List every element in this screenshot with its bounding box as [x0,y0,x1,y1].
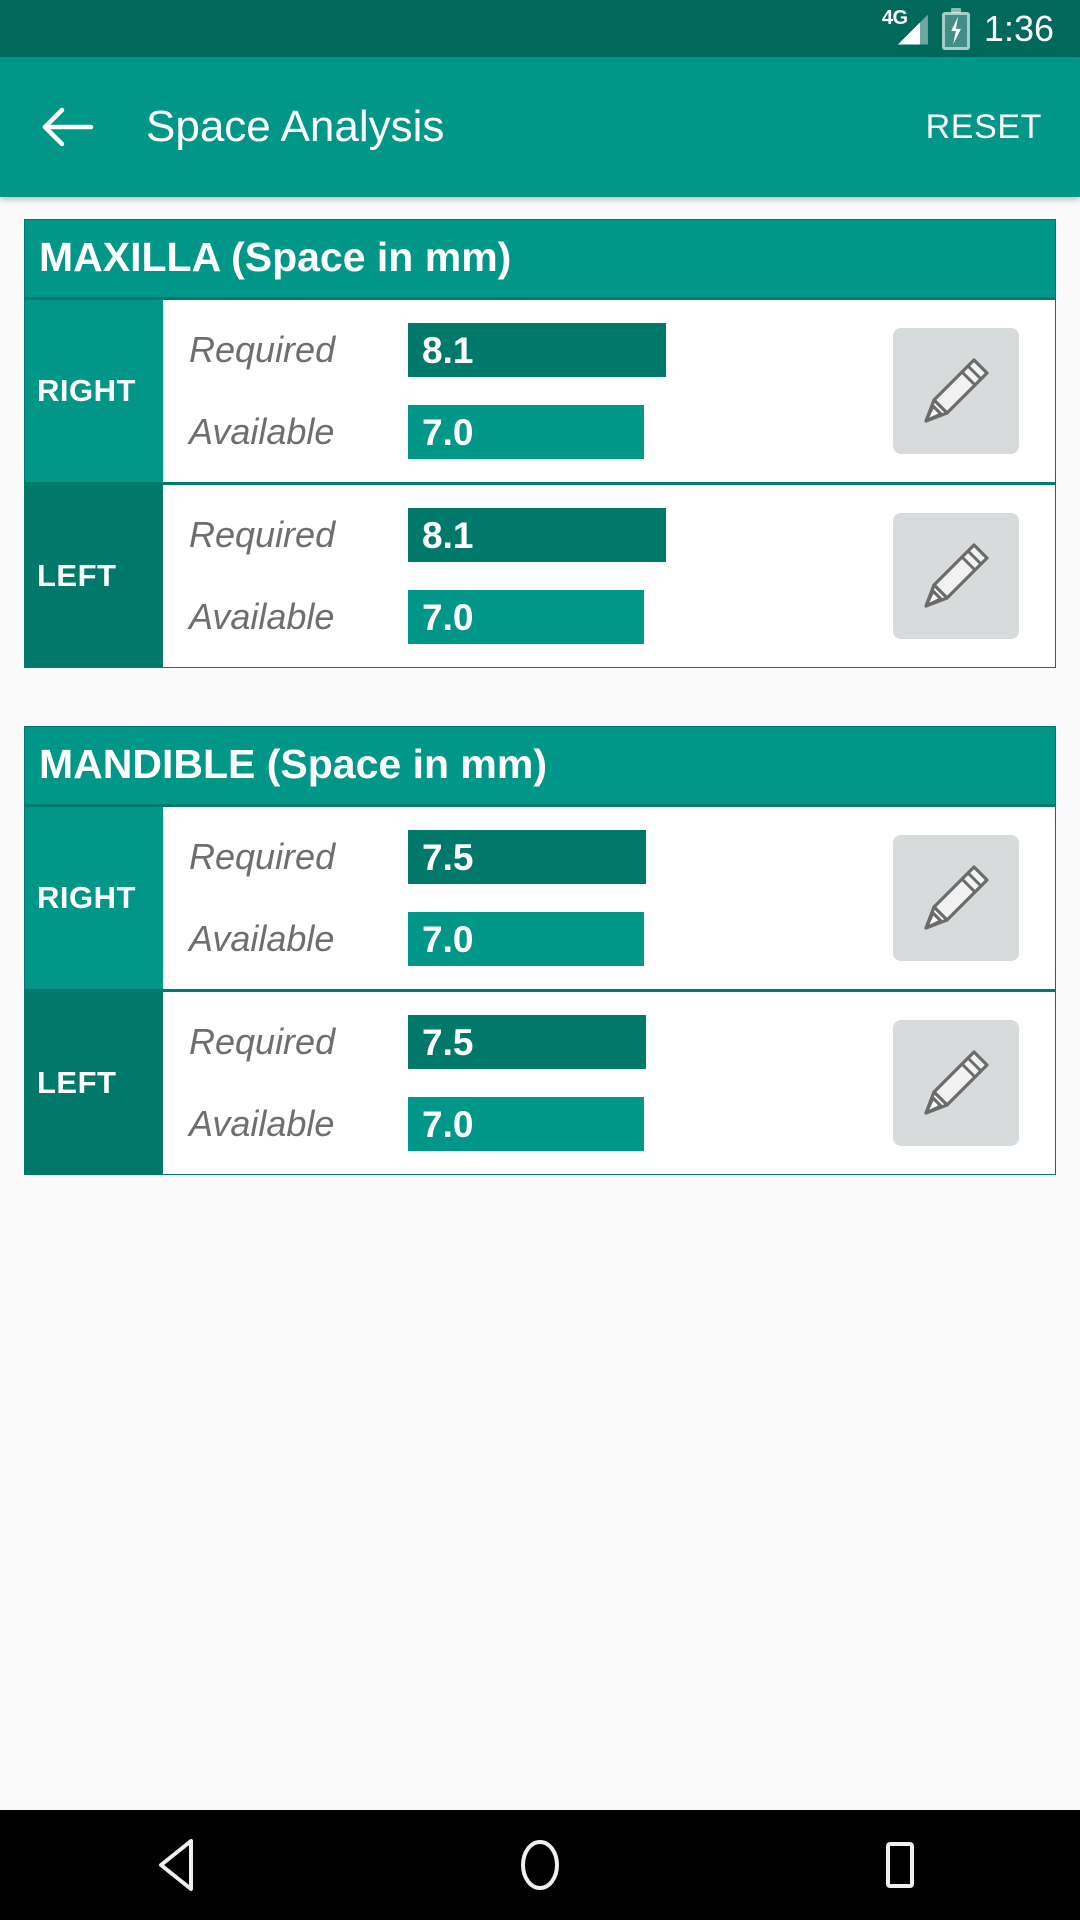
metric-bar-available[interactable]: 7.0 [408,405,644,460]
pencil-icon [924,865,989,930]
edit-button[interactable] [893,835,1019,962]
pencil-icon [924,1050,989,1115]
metric-required: Required 7.5 [163,1006,875,1078]
side-label-text: LEFT [37,1065,117,1101]
table-row: LEFT Required 7.5 Available 7.0 [25,989,1055,1175]
metric-label: Required [189,514,336,556]
row-body: Required 7.5 Available 7.0 [163,992,1055,1175]
nav-home-button[interactable] [480,1810,600,1920]
metric-value: 7.0 [422,596,474,638]
metric-available: Available 7.0 [163,396,875,468]
table-row: RIGHT Required 8.1 Available 7.0 [25,297,1055,483]
metric-label: Available [189,411,335,453]
nav-back-button[interactable] [120,1810,240,1920]
app-bar: Space Analysis RESET [0,57,1080,197]
metric-value: 7.5 [422,1021,474,1063]
metric-label: Required [189,329,336,371]
status-bar: 4G 1:36 [0,0,1080,57]
nav-home-icon [521,1840,559,1890]
metric-available: Available 7.0 [163,903,875,975]
side-label-right: RIGHT [25,300,163,483]
side-label-text: LEFT [37,558,117,594]
nav-recents-icon [886,1842,914,1888]
arrow-left-icon [42,107,94,147]
card-header-mandible: MANDIBLE (Space in mm) [25,727,1055,805]
metrics-group: Required 7.5 Available 7.0 [163,821,875,975]
table-row: LEFT Required 8.1 Available 7.0 [25,482,1055,668]
status-bar-clock: 1:36 [983,7,1054,49]
side-label-text: RIGHT [37,373,136,409]
card-title: MANDIBLE (Space in mm) [39,741,547,788]
side-label-text: RIGHT [37,880,136,916]
metric-bar-required[interactable]: 8.1 [408,323,666,378]
pencil-icon [924,358,989,423]
metric-bar-available[interactable]: 7.0 [408,1097,644,1152]
row-body: Required 8.1 Available 7.0 [163,485,1055,668]
metrics-group: Required 8.1 Available 7.0 [163,314,875,468]
pencil-icon [924,543,989,608]
card-maxilla: MAXILLA (Space in mm) RIGHT Required 8.1… [24,219,1056,669]
edit-button[interactable] [893,513,1019,640]
network-type-label: 4G [881,6,908,29]
nav-recents-button[interactable] [840,1810,960,1920]
metric-value: 8.1 [422,514,474,556]
metric-value: 7.0 [422,411,474,453]
android-navigation-bar [0,1810,1080,1920]
edit-button[interactable] [893,1020,1019,1147]
metric-value: 7.5 [422,836,474,878]
metric-value: 7.0 [422,918,474,960]
metric-label: Required [189,836,336,878]
metric-available: Available 7.0 [163,581,875,653]
metric-label: Required [189,1021,336,1063]
metrics-group: Required 8.1 Available 7.0 [163,499,875,653]
metric-available: Available 7.0 [163,1088,875,1160]
metric-label: Available [189,1103,335,1145]
metric-label: Available [189,596,335,638]
back-button[interactable] [32,91,104,163]
metric-required: Required 8.1 [163,314,875,386]
metric-required: Required 8.1 [163,499,875,571]
side-label-right: RIGHT [25,807,163,990]
card-title: MAXILLA (Space in mm) [39,234,512,280]
metric-value: 8.1 [422,329,474,371]
metrics-group: Required 7.5 Available 7.0 [163,1006,875,1160]
metric-value: 7.0 [422,1103,474,1145]
card-mandible: MANDIBLE (Space in mm) RIGHT Required 7.… [24,726,1056,1176]
edit-button[interactable] [893,328,1019,455]
nav-back-icon [159,1839,193,1891]
metric-required: Required 7.5 [163,821,875,893]
table-row: RIGHT Required 7.5 Available 7.0 [25,804,1055,990]
metric-bar-required[interactable]: 7.5 [408,830,646,885]
metric-bar-available[interactable]: 7.0 [408,912,644,967]
metric-label: Available [189,918,335,960]
side-label-left: LEFT [25,992,163,1175]
reset-button[interactable]: RESET [920,96,1048,159]
main-content: MAXILLA (Space in mm) RIGHT Required 8.1… [0,197,1080,1810]
signal-strength-icon: 4G [881,6,928,49]
battery-charging-icon [941,7,970,50]
metric-bar-required[interactable]: 7.5 [408,1015,646,1070]
side-label-left: LEFT [25,485,163,668]
page-title: Space Analysis [146,102,445,151]
metric-bar-required[interactable]: 8.1 [408,508,666,563]
card-header-maxilla: MAXILLA (Space in mm) [25,220,1055,298]
row-body: Required 7.5 Available 7.0 [163,807,1055,990]
row-body: Required 8.1 Available 7.0 [163,300,1055,483]
metric-bar-available[interactable]: 7.0 [408,590,644,645]
